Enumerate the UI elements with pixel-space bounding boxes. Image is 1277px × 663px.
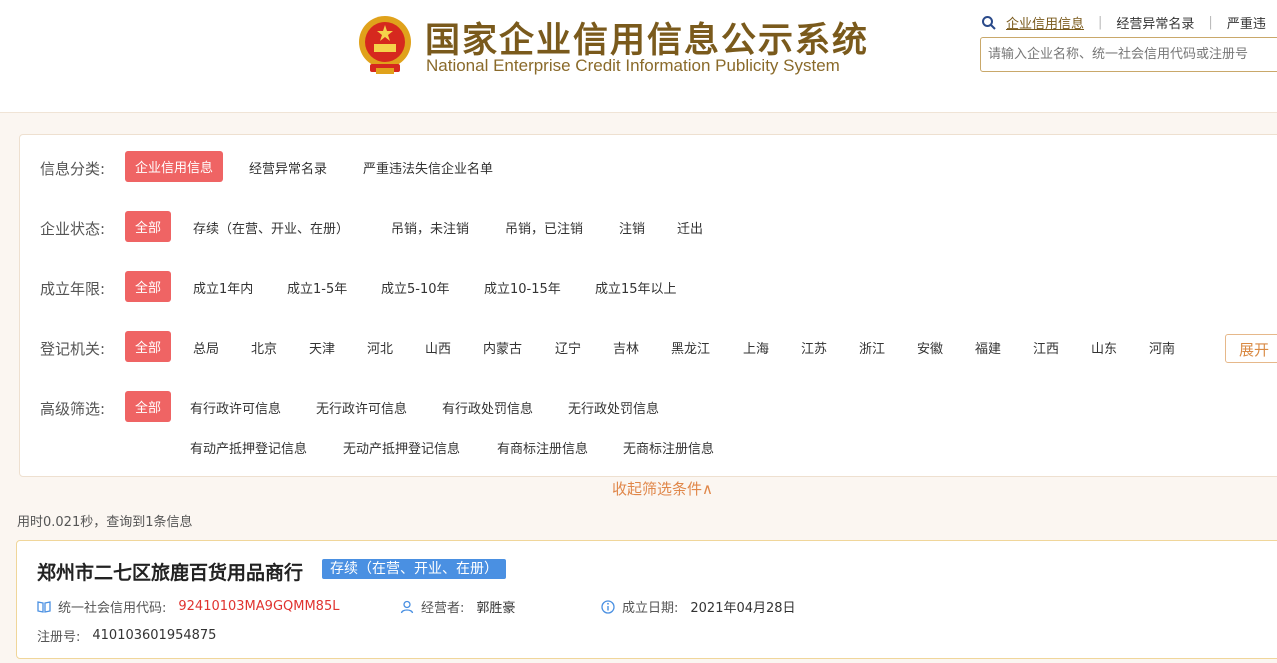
authority-option[interactable]: 天津 <box>309 338 335 357</box>
category-option-violation[interactable]: 严重违法失信企业名单 <box>363 158 493 177</box>
authority-option[interactable]: 福建 <box>975 338 1001 357</box>
age-option-5-10y[interactable]: 成立5-10年 <box>381 278 450 297</box>
advanced-option[interactable]: 无商标注册信息 <box>623 438 714 457</box>
date-value: 2021年04月28日 <box>690 601 796 616</box>
credit-code-field: 统一社会信用代码: 92410103MA9GQMM85L <box>37 597 339 616</box>
status-option-revoked-cancelled[interactable]: 吊销，已注销 <box>505 218 583 237</box>
reg-no-field: 注册号: 410103601954875 <box>37 626 216 645</box>
authority-option[interactable]: 北京 <box>251 338 277 357</box>
authority-option[interactable]: 上海 <box>743 338 769 357</box>
advanced-option[interactable]: 无行政处罚信息 <box>568 398 659 417</box>
advanced-option[interactable]: 有行政处罚信息 <box>442 398 533 417</box>
site-header: 国家企业信用信息公示系统 National Enterprise Credit … <box>0 0 1277 113</box>
nav-separator: | <box>1208 15 1213 30</box>
status-option-moved-out[interactable]: 迁出 <box>677 218 703 237</box>
authority-option[interactable]: 山西 <box>425 338 451 357</box>
reg-no-label: 注册号: <box>37 630 81 645</box>
status-row: 全部 存续（在营、开业、在册） 吊销，未注销 吊销，已注销 注销 迁出 <box>20 211 1277 242</box>
advanced-option[interactable]: 有行政许可信息 <box>190 398 281 417</box>
authority-option[interactable]: 总局 <box>193 338 219 357</box>
reg-no-value: 410103601954875 <box>92 628 217 643</box>
authority-option-all[interactable]: 全部 <box>125 331 172 362</box>
age-option-15y-plus[interactable]: 成立15年以上 <box>595 278 677 297</box>
credit-code-value: 92410103MA9GQMM85L <box>178 599 340 614</box>
status-option-active[interactable]: 存续（在营、开业、在册） <box>193 218 349 237</box>
date-label: 成立日期: <box>622 601 679 616</box>
authority-option[interactable]: 浙江 <box>859 338 885 357</box>
authority-option[interactable]: 河北 <box>367 338 393 357</box>
age-option-all[interactable]: 全部 <box>125 271 172 302</box>
top-nav: 企业信用信息 | 经营异常名录 | 严重违 <box>981 13 1266 32</box>
national-emblem-icon <box>359 16 411 74</box>
nav-separator: | <box>1098 15 1103 30</box>
search-input[interactable] <box>980 37 1277 72</box>
operator-label: 经营者: <box>421 601 465 616</box>
advanced-option[interactable]: 无动产抵押登记信息 <box>343 438 460 457</box>
advanced-option[interactable]: 有商标注册信息 <box>497 438 588 457</box>
authority-option[interactable]: 河南 <box>1149 338 1175 357</box>
company-name[interactable]: 郑州市二七区旅鹿百货用品商行 <box>37 558 303 585</box>
search-icon <box>982 15 996 30</box>
authority-option[interactable]: 内蒙古 <box>483 338 522 357</box>
advanced-option[interactable]: 有动产抵押登记信息 <box>190 438 307 457</box>
age-row: 全部 成立1年内 成立1-5年 成立5-10年 成立10-15年 成立15年以上 <box>20 271 1277 302</box>
authority-option[interactable]: 江西 <box>1033 338 1059 357</box>
authority-option[interactable]: 黑龙江 <box>671 338 710 357</box>
credit-code-label: 统一社会信用代码: <box>58 601 167 616</box>
status-option-cancelled[interactable]: 注销 <box>619 218 645 237</box>
age-option-10-15y[interactable]: 成立10-15年 <box>484 278 561 297</box>
result-stats: 用时0.021秒，查询到1条信息 <box>17 515 193 530</box>
operator-field: 经营者: 郭胜豪 <box>400 597 515 616</box>
advanced-option-all[interactable]: 全部 <box>125 391 172 422</box>
site-title-en: National Enterprise Credit Information P… <box>426 56 840 75</box>
age-option-1y[interactable]: 成立1年内 <box>193 278 253 297</box>
nav-credit-info[interactable]: 企业信用信息 <box>1006 13 1084 32</box>
authority-row: 全部 总局 北京 天津 河北 山西 内蒙古 辽宁 吉林 黑龙江 上海 江苏 浙江… <box>20 331 1277 362</box>
expand-button[interactable]: 展开 <box>1225 334 1277 363</box>
advanced-option[interactable]: 无行政许可信息 <box>316 398 407 417</box>
date-field: 成立日期: 2021年04月28日 <box>601 597 796 616</box>
authority-option[interactable]: 江苏 <box>801 338 827 357</box>
collapse-filters-link[interactable]: 收起筛选条件∧ <box>612 478 713 499</box>
info-icon <box>601 599 615 614</box>
advanced-row-2: 有动产抵押登记信息 无动产抵押登记信息 有商标注册信息 无商标注册信息 <box>20 431 1277 461</box>
status-badge: 存续（在营、开业、在册） <box>322 559 506 579</box>
nav-abnormal-list[interactable]: 经营异常名录 <box>1116 13 1194 32</box>
authority-option[interactable]: 吉林 <box>613 338 639 357</box>
book-icon <box>37 600 51 613</box>
age-option-1-5y[interactable]: 成立1-5年 <box>287 278 347 297</box>
category-row: 企业信用信息 经营异常名录 严重违法失信企业名单 <box>20 151 1277 182</box>
user-icon <box>400 600 414 613</box>
category-option-abnormal[interactable]: 经营异常名录 <box>249 158 327 177</box>
nav-serious-violation[interactable]: 严重违 <box>1227 13 1266 32</box>
category-option-credit[interactable]: 企业信用信息 <box>125 151 224 182</box>
authority-option[interactable]: 安徽 <box>917 338 943 357</box>
status-option-all[interactable]: 全部 <box>125 211 172 242</box>
authority-option[interactable]: 山东 <box>1091 338 1117 357</box>
authority-option[interactable]: 辽宁 <box>555 338 581 357</box>
result-card[interactable]: 郑州市二七区旅鹿百货用品商行 存续（在营、开业、在册） 统一社会信用代码: 92… <box>16 540 1277 659</box>
operator-value: 郭胜豪 <box>476 601 516 616</box>
advanced-row: 全部 有行政许可信息 无行政许可信息 有行政处罚信息 无行政处罚信息 <box>20 391 1277 422</box>
filter-panel: 信息分类: 企业信用信息 经营异常名录 严重违法失信企业名单 企业状态: 全部 … <box>19 134 1277 477</box>
status-option-revoked-not-cancelled[interactable]: 吊销，未注销 <box>391 218 469 237</box>
